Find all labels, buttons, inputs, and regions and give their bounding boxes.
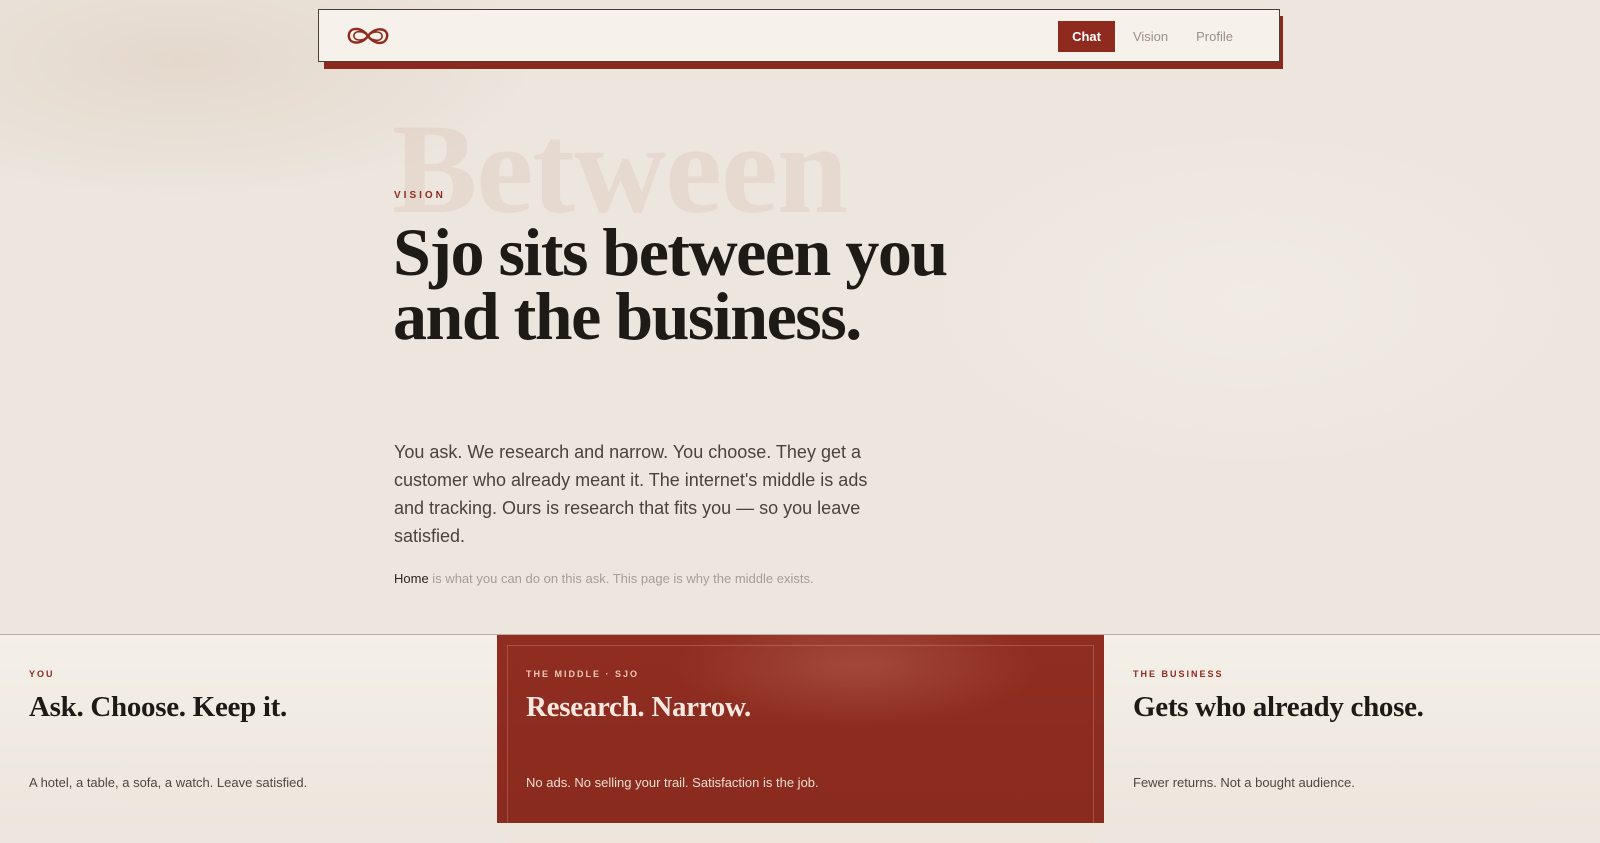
nav-links: Chat Vision Profile xyxy=(1058,21,1247,52)
card-you: YOU Ask. Choose. Keep it. A hotel, a tab… xyxy=(0,635,497,823)
card-label: YOU xyxy=(29,669,55,679)
nav-vision-link[interactable]: Vision xyxy=(1119,21,1182,52)
top-nav: Chat Vision Profile xyxy=(318,9,1280,62)
card-body: No ads. No selling your trail. Satisfact… xyxy=(526,775,819,790)
card-title: Ask. Choose. Keep it. xyxy=(29,691,287,723)
home-link[interactable]: Home xyxy=(394,571,429,586)
card-business: THE BUSINESS Gets who already chose. Few… xyxy=(1104,635,1600,823)
hero-note-text: is what you can do on this ask. This pag… xyxy=(428,571,814,586)
hero-note: Home is what you can do on this ask. Thi… xyxy=(394,571,814,586)
nav-chat-button[interactable]: Chat xyxy=(1058,21,1115,52)
infinity-logo-icon[interactable] xyxy=(345,22,391,50)
nav-profile-link[interactable]: Profile xyxy=(1182,21,1247,52)
card-body: Fewer returns. Not a bought audience. xyxy=(1133,775,1355,790)
card-middle: THE MIDDLE · SJO Research. Narrow. No ad… xyxy=(497,635,1104,843)
cards-row: YOU Ask. Choose. Keep it. A hotel, a tab… xyxy=(0,634,1600,843)
hero-lede: You ask. We research and narrow. You cho… xyxy=(394,442,868,546)
card-body: A hotel, a table, a sofa, a watch. Leave… xyxy=(29,775,308,790)
section-eyebrow: VISION xyxy=(394,190,446,201)
card-label: THE MIDDLE · SJO xyxy=(526,669,640,679)
page-title: Sjo sits between you and the business. xyxy=(393,214,948,354)
card-title: Gets who already chose. xyxy=(1133,691,1424,723)
card-title: Research. Narrow. xyxy=(526,691,751,723)
card-label: THE BUSINESS xyxy=(1133,669,1224,679)
